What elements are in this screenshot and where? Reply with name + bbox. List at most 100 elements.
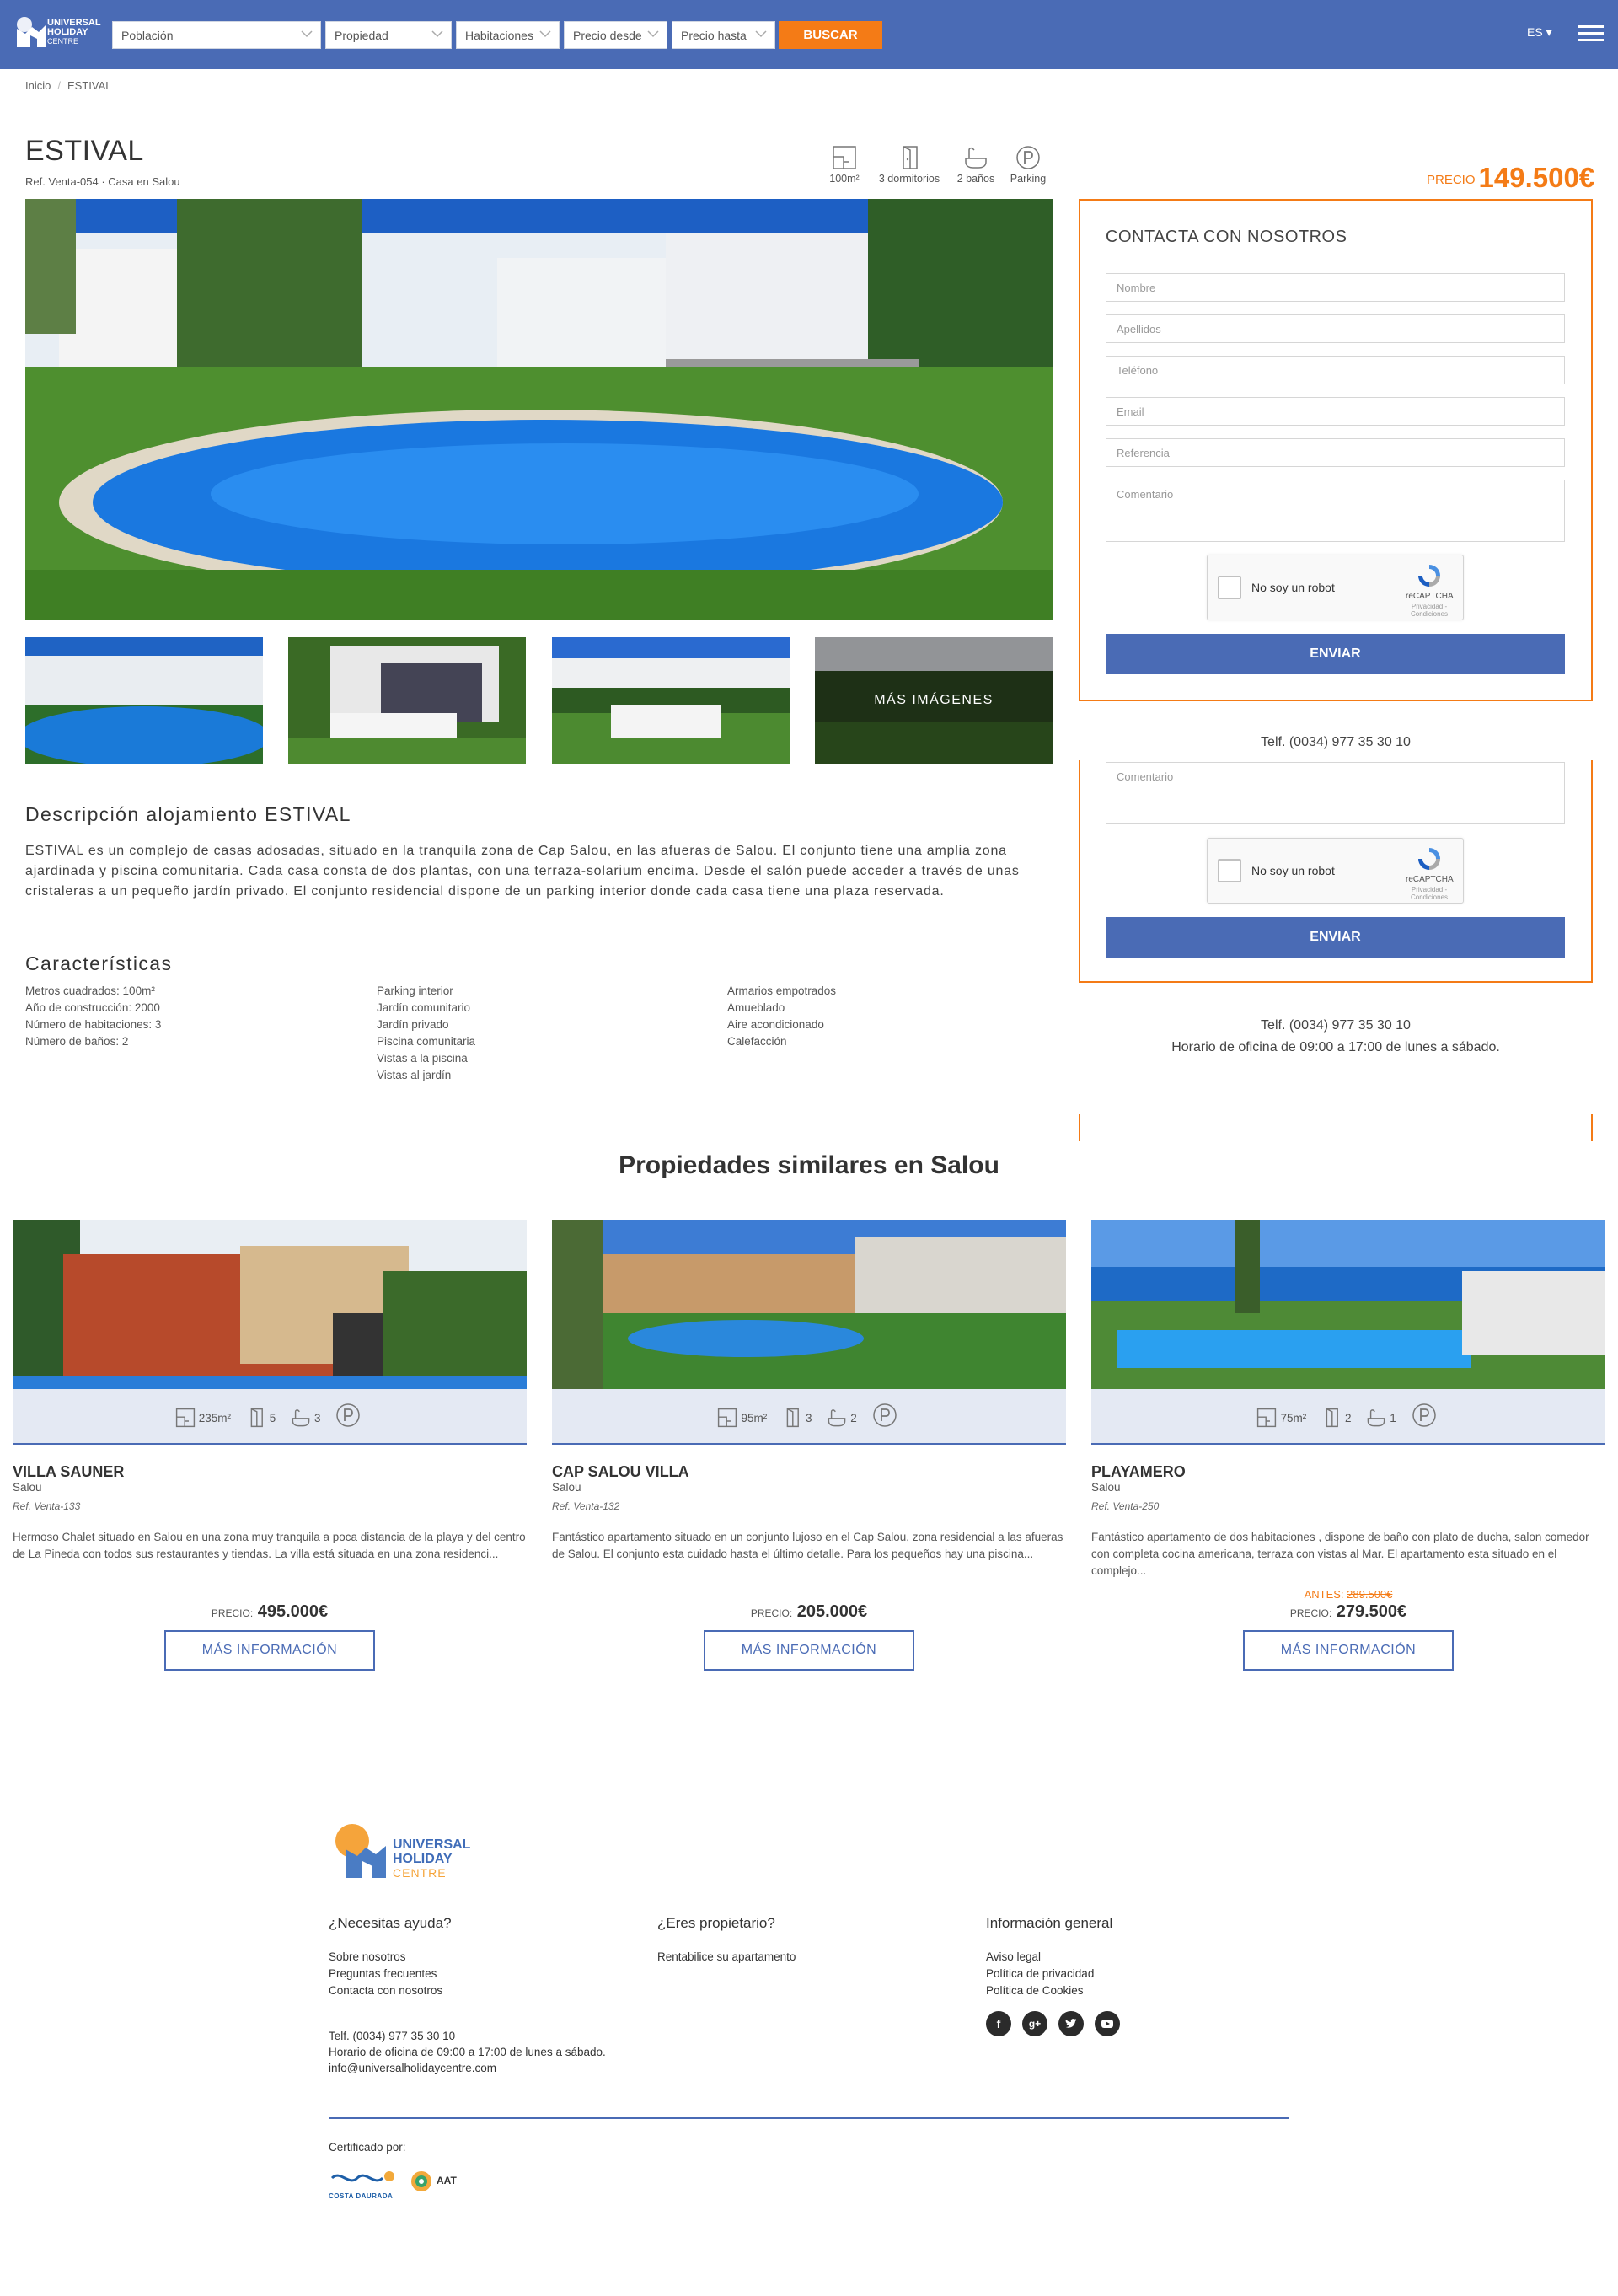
bath-icon bbox=[965, 147, 987, 169]
footer-contact: Telf. (0034) 977 35 30 10 Horario de ofi… bbox=[329, 2028, 606, 2076]
filter-habitaciones[interactable]: Habitaciones bbox=[456, 21, 560, 49]
footer-link[interactable]: Preguntas frecuentes bbox=[329, 1966, 452, 1982]
telefono-field[interactable]: Teléfono bbox=[1106, 356, 1565, 384]
footer-link[interactable]: Rentabilice su apartamento bbox=[657, 1949, 796, 1966]
page-title: ESTIVAL bbox=[25, 135, 144, 167]
thumbnail-3[interactable] bbox=[552, 637, 790, 764]
brand-line3: CENTRE bbox=[47, 37, 79, 46]
recaptcha-icon bbox=[1418, 565, 1440, 587]
feature-area: 100m² bbox=[824, 145, 865, 185]
footer-link[interactable]: Contacta con nosotros bbox=[329, 1982, 452, 1999]
parking-icon bbox=[1412, 1403, 1436, 1427]
recaptcha-label: No soy un robot bbox=[1251, 581, 1335, 594]
list-item: Vistas a la piscina bbox=[377, 1052, 468, 1065]
characteristics-col3: Armarios empotrados Amueblado Aire acond… bbox=[727, 983, 836, 1050]
certified-label: Certificado por: bbox=[329, 2141, 406, 2154]
filter-poblacion[interactable]: Población bbox=[112, 21, 321, 49]
property-card-name[interactable]: CAP SALOU VILLA bbox=[552, 1463, 1066, 1481]
feature-parking-label: Parking bbox=[1010, 173, 1047, 185]
property-card-features: 75m² 2 1 bbox=[1091, 1389, 1605, 1445]
footer-email[interactable]: info@universalholidaycentre.com bbox=[329, 2060, 606, 2076]
property-card-ref: Ref. Venta-133 bbox=[13, 1500, 81, 1512]
property-card-price: PRECIO: 205.000€ bbox=[552, 1602, 1066, 1622]
old-price-label: ANTES: bbox=[1304, 1588, 1344, 1601]
thumbnail-2[interactable] bbox=[288, 637, 526, 764]
property-card-price: PRECIO: 279.500€ bbox=[1091, 1602, 1605, 1622]
property-card-name[interactable]: PLAYAMERO bbox=[1091, 1463, 1605, 1481]
old-price-value: 289.500€ bbox=[1347, 1588, 1393, 1601]
breadcrumb-home[interactable]: Inicio bbox=[25, 79, 51, 92]
property-card: 95m² 3 2 CAP SALOU VILLA Salou Ref. Vent… bbox=[552, 1220, 1066, 1671]
comentario-field-sticky[interactable]: Comentario bbox=[1106, 762, 1565, 824]
recaptcha-checkbox[interactable] bbox=[1218, 576, 1241, 599]
recaptcha-privacy-sticky[interactable]: Privacidad - Condiciones bbox=[1406, 886, 1453, 901]
send-button[interactable]: ENVIAR bbox=[1106, 634, 1565, 674]
feature-area-label: 100m² bbox=[829, 173, 860, 185]
filter-propiedad[interactable]: Propiedad bbox=[325, 21, 452, 49]
thumbnail-1[interactable] bbox=[25, 637, 263, 764]
footer-link[interactable]: Política de privacidad bbox=[986, 1966, 1112, 1982]
comentario-field[interactable]: Comentario bbox=[1106, 480, 1565, 542]
card-baths: 1 bbox=[1390, 1411, 1396, 1424]
card-rooms: 5 bbox=[269, 1411, 276, 1424]
language-selector[interactable]: ES ▾ bbox=[1527, 25, 1552, 40]
twitter-icon[interactable] bbox=[1058, 2011, 1084, 2036]
youtube-icon[interactable] bbox=[1095, 2011, 1120, 2036]
breadcrumb: Inicio / ESTIVAL bbox=[25, 79, 112, 92]
description-text: ESTIVAL es un complejo de casas adosadas… bbox=[25, 844, 1020, 899]
list-item: Metros cuadrados: 100m² bbox=[25, 984, 155, 997]
chevron-down-icon bbox=[647, 30, 659, 38]
chevron-down-icon bbox=[539, 30, 551, 38]
breadcrumb-separator: / bbox=[57, 79, 61, 92]
property-card-photo[interactable] bbox=[13, 1220, 527, 1389]
top-header: UNIVERSAL HOLIDAY CENTRE Población Propi… bbox=[0, 0, 1618, 69]
filter-precio-hasta[interactable]: Precio hasta bbox=[672, 21, 775, 49]
apellidos-field[interactable]: Apellidos bbox=[1106, 314, 1565, 343]
recaptcha-checkbox-sticky[interactable] bbox=[1218, 859, 1241, 882]
email-field[interactable]: Email bbox=[1106, 397, 1565, 426]
filter-precio-desde[interactable]: Precio desde bbox=[564, 21, 667, 49]
brand-line2: HOLIDAY bbox=[47, 27, 88, 37]
contact-phone: Telf. (0034) 977 35 30 10 bbox=[1261, 735, 1411, 749]
filter-precio-hasta-label: Precio hasta bbox=[681, 29, 747, 42]
floor-plan-icon bbox=[1257, 1408, 1277, 1428]
aat-text: AAT bbox=[437, 2175, 457, 2186]
recaptcha-brand-sticky: reCAPTCHA bbox=[1406, 875, 1454, 884]
footer-link[interactable]: Política de Cookies bbox=[986, 1982, 1112, 1999]
more-info-button[interactable]: MÁS INFORMACIÓN bbox=[704, 1630, 914, 1671]
more-images-button[interactable]: MÁS IMÁGENES bbox=[815, 637, 1053, 764]
property-card-photo[interactable] bbox=[1091, 1220, 1605, 1389]
footer-link[interactable]: Sobre nosotros bbox=[329, 1949, 452, 1966]
property-card-features: 235m² 5 3 bbox=[13, 1389, 527, 1445]
price-value: 205.000€ bbox=[796, 1602, 868, 1621]
feature-parking: Parking bbox=[1003, 145, 1053, 185]
costa-daurada-logo: COSTA DAURADA bbox=[329, 2168, 399, 2200]
filter-propiedad-label: Propiedad bbox=[335, 29, 388, 42]
referencia-field[interactable]: Referencia bbox=[1106, 438, 1565, 467]
list-item: Jardín privado bbox=[377, 1018, 449, 1031]
card-area: 75m² bbox=[1280, 1411, 1307, 1424]
hamburger-menu-icon[interactable] bbox=[1578, 25, 1604, 42]
property-card-photo[interactable] bbox=[552, 1220, 1066, 1389]
search-button[interactable]: BUSCAR bbox=[779, 21, 882, 49]
contact-form-sticky: Comentario No soy un robot reCAPTCHA Pri… bbox=[1079, 760, 1593, 983]
office-hours: Horario de oficina de 09:00 a 17:00 de l… bbox=[1171, 1040, 1500, 1054]
recaptcha-icon bbox=[1418, 848, 1440, 870]
facebook-icon[interactable]: f bbox=[986, 2011, 1011, 2036]
filter-precio-desde-label: Precio desde bbox=[573, 29, 642, 42]
list-item: Jardín comunitario bbox=[377, 1001, 471, 1014]
card-baths: 2 bbox=[850, 1411, 857, 1424]
brand-logo[interactable]: UNIVERSAL HOLIDAY CENTRE bbox=[13, 13, 106, 56]
send-button-sticky[interactable]: ENVIAR bbox=[1106, 917, 1565, 958]
main-photo[interactable] bbox=[25, 199, 1053, 620]
more-info-button[interactable]: MÁS INFORMACIÓN bbox=[164, 1630, 375, 1671]
more-info-button[interactable]: MÁS INFORMACIÓN bbox=[1243, 1630, 1454, 1671]
footer-link[interactable]: Aviso legal bbox=[986, 1949, 1112, 1966]
list-item: Parking interior bbox=[377, 984, 453, 997]
nombre-field[interactable]: Nombre bbox=[1106, 273, 1565, 302]
footer-phone: Telf. (0034) 977 35 30 10 bbox=[329, 2030, 456, 2042]
recaptcha-privacy[interactable]: Privacidad - Condiciones bbox=[1406, 603, 1453, 618]
recaptcha-widget: No soy un robot reCAPTCHA Privacidad - C… bbox=[1207, 555, 1464, 620]
google-plus-icon[interactable]: g+ bbox=[1022, 2011, 1047, 2036]
property-card-name[interactable]: VILLA SAUNER bbox=[13, 1463, 527, 1481]
